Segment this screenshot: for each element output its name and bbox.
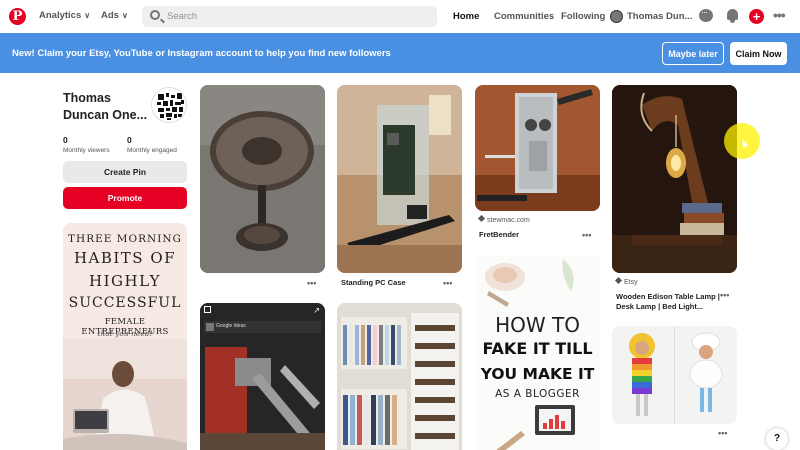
ads-menu[interactable]: Ads ∨ — [101, 10, 128, 21]
promote-button[interactable]: Promote — [63, 187, 187, 209]
video-mode-icon — [204, 306, 211, 313]
monthly-engaged-count: 0 — [127, 135, 132, 145]
monthly-viewers-stat: 0 Monthly viewers — [63, 135, 110, 154]
poster-line-4: SUCCESSFUL — [68, 295, 182, 311]
pin-title-edison-lamp[interactable]: Wooden Edison Table Lamp | Desk Lamp | B… — [616, 292, 720, 312]
pin-more-options[interactable]: ••• — [582, 230, 591, 240]
lamp-source[interactable]: Etsy — [614, 276, 638, 286]
analytics-label: Analytics — [39, 10, 82, 21]
monthly-viewers-label: Monthly viewers — [63, 147, 110, 154]
maybe-later-button[interactable]: Maybe later — [662, 42, 724, 65]
blogger-line-4: AS A BLOGGER — [495, 388, 580, 400]
blogger-line-3: YOU MAKE IT — [480, 365, 595, 383]
pin-title-fretbender[interactable]: FretBender — [479, 230, 519, 240]
video-header-label: Google Ideas — [216, 323, 246, 329]
pin-kids-costumes[interactable] — [612, 326, 737, 424]
poster-line-1: THREE MORNING — [68, 233, 182, 245]
closet-image — [337, 303, 462, 450]
avatar — [610, 10, 623, 23]
blogger-line-2: FAKE IT TILL — [482, 339, 593, 358]
poster-line-2: HABITS OF — [73, 249, 177, 267]
chevron-down-icon: ∨ — [121, 11, 128, 20]
monthly-viewers-count: 0 — [63, 135, 68, 145]
pin-title-standing-pc-case[interactable]: Standing PC Case — [341, 278, 406, 288]
pinterest-logo-icon[interactable]: P — [9, 8, 26, 25]
claim-now-button[interactable]: Claim Now — [730, 42, 787, 65]
pin-fake-it-till-you-make-it[interactable]: HOW TO FAKE IT TILL YOU MAKE IT AS A BLO… — [475, 255, 600, 450]
claim-accounts-banner: New! Claim your Etsy, YouTube or Instagr… — [0, 33, 800, 73]
fretbender-source[interactable]: stewmac.com — [477, 214, 530, 224]
pin-video-tools[interactable]: Google Ideas ↗ — [200, 303, 325, 450]
pin-more-options[interactable]: ••• — [443, 278, 452, 288]
help-button[interactable]: ? — [766, 428, 788, 450]
monthly-engaged-label: Monthly engaged — [127, 147, 177, 154]
messages-icon[interactable] — [698, 7, 715, 25]
chevron-down-icon: ∨ — [84, 11, 91, 20]
fretbender-source-label: stewmac.com — [487, 217, 530, 224]
gear-table-image — [200, 85, 325, 273]
pin-morning-habits[interactable]: THREE MORNING HABITS OF HIGHLY SUCCESSFU… — [63, 223, 187, 450]
profile-code-icon[interactable] — [151, 87, 187, 123]
top-navigation-bar: P Analytics ∨ Ads ∨ Search Home Communitie… — [0, 0, 800, 33]
lamp-source-label: Etsy — [624, 279, 638, 286]
pin-closet[interactable] — [337, 303, 462, 450]
poster-line-3: HIGHLY — [89, 272, 161, 290]
poster-line-6: that you need! — [97, 329, 153, 338]
pc-case-image — [337, 85, 462, 273]
fretbender-image — [475, 85, 600, 211]
profile-name-label: Thomas Dun... — [627, 11, 693, 22]
edison-lamp-image — [612, 85, 737, 273]
kids-costumes-image — [612, 326, 737, 424]
monthly-engaged-stat: 0 Monthly engaged — [127, 135, 177, 154]
pin-standing-pc-case[interactable] — [337, 85, 462, 273]
blogger-line-1: HOW TO — [495, 313, 580, 337]
create-pin-button[interactable]: Create Pin — [63, 161, 187, 183]
pin-gear-table[interactable] — [200, 85, 325, 273]
nav-following[interactable]: Following — [561, 11, 605, 22]
expand-icon[interactable]: ↗ — [313, 306, 320, 315]
notifications-bell-icon[interactable] — [724, 8, 741, 25]
search-bar[interactable]: Search — [142, 6, 437, 27]
poster-photo — [63, 339, 187, 450]
pin-wooden-edison-lamp[interactable] — [612, 85, 737, 273]
pin-more-options[interactable]: ••• — [307, 278, 316, 288]
create-plus-icon[interactable]: + — [748, 8, 765, 25]
pin-fretbender[interactable] — [475, 85, 600, 211]
pin-more-options[interactable]: ••• — [720, 290, 729, 300]
analytics-menu[interactable]: Analytics ∨ — [39, 10, 90, 21]
profile-name[interactable]: Thomas Duncan One... — [63, 90, 153, 124]
more-options-icon[interactable]: ••• — [773, 7, 790, 24]
search-input[interactable] — [142, 6, 437, 27]
tag-icon — [614, 276, 623, 285]
banner-message: New! Claim your Etsy, YouTube or Instagr… — [12, 48, 391, 59]
tag-icon — [477, 214, 486, 223]
ads-label: Ads — [101, 10, 119, 21]
nav-home[interactable]: Home — [453, 11, 479, 22]
nav-communities[interactable]: Communities — [494, 11, 554, 22]
pin-more-options[interactable]: ••• — [718, 428, 727, 438]
